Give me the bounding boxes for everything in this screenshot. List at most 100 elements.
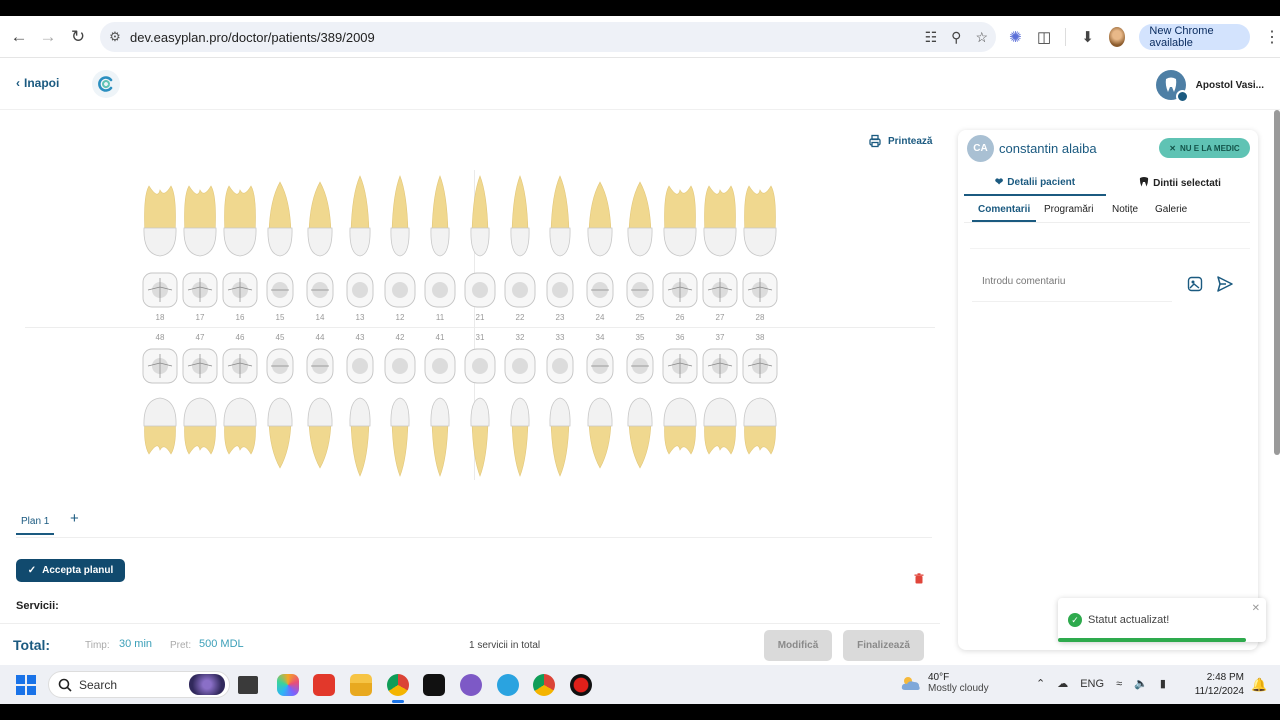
- tooth-36-occlusal[interactable]: [660, 346, 700, 386]
- subtab-notes[interactable]: Notițe: [1112, 200, 1138, 222]
- tooth-16-side[interactable]: [220, 174, 260, 266]
- tooth-slot-13[interactable]: [340, 270, 380, 310]
- chevron-up-icon[interactable]: ⌃: [1036, 677, 1045, 690]
- tooth-slot-43[interactable]: [340, 388, 380, 480]
- tooth-41-side[interactable]: [420, 388, 460, 480]
- url-text[interactable]: dev.easyplan.pro/doctor/patients/389/200…: [130, 30, 375, 45]
- tooth-slot-32[interactable]: [500, 346, 540, 386]
- system-clock[interactable]: 2:48 PM 11/12/2024: [1192, 671, 1244, 699]
- telegram-icon[interactable]: [497, 674, 519, 696]
- tooth-slot-41[interactable]: [420, 388, 460, 480]
- onedrive-icon[interactable]: ☁: [1057, 677, 1068, 690]
- tooth-slot-23[interactable]: [540, 174, 580, 266]
- tooth-41-occlusal[interactable]: [420, 346, 460, 386]
- tooth-slot-25[interactable]: [620, 270, 660, 310]
- tooth-slot-17[interactable]: [180, 174, 220, 266]
- tooth-slot-36[interactable]: [660, 346, 700, 386]
- tooth-slot-26[interactable]: [660, 174, 700, 266]
- back-link[interactable]: ‹ Inapoi: [16, 76, 59, 90]
- tooth-32-side[interactable]: [500, 388, 540, 480]
- tooth-27-occlusal[interactable]: [700, 270, 740, 310]
- weather-widget[interactable]: 40°F Mostly cloudy: [900, 672, 989, 694]
- tooth-slot-31[interactable]: [460, 388, 500, 480]
- send-icon[interactable]: [1216, 275, 1234, 293]
- tooth-12-side[interactable]: [380, 174, 420, 266]
- tooth-38-side[interactable]: [740, 388, 780, 480]
- tooth-slot-33[interactable]: [540, 346, 580, 386]
- tooth-31-side[interactable]: [460, 388, 500, 480]
- tooth-slot-22[interactable]: [500, 270, 540, 310]
- forward-arrow-icon[interactable]: →: [33, 22, 63, 52]
- tooth-33-occlusal[interactable]: [540, 346, 580, 386]
- tooth-slot-48[interactable]: [140, 346, 180, 386]
- bookmark-star-icon[interactable]: ☆: [975, 29, 988, 46]
- tooth-slot-11[interactable]: [420, 174, 460, 266]
- anydesk-icon[interactable]: [313, 674, 335, 696]
- tooth-slot-45[interactable]: [260, 388, 300, 480]
- tooth-48-occlusal[interactable]: [140, 346, 180, 386]
- tooth-slot-15[interactable]: [260, 174, 300, 266]
- tooth-26-side[interactable]: [660, 174, 700, 266]
- tooth-slot-31[interactable]: [460, 346, 500, 386]
- tooth-43-side[interactable]: [340, 388, 380, 480]
- tooth-34-side[interactable]: [580, 388, 620, 480]
- tooth-slot-18[interactable]: [140, 174, 180, 266]
- viber-icon[interactable]: [460, 674, 482, 696]
- tooth-slot-46[interactable]: [220, 346, 260, 386]
- tab-plan-1[interactable]: Plan 1: [16, 516, 55, 535]
- site-settings-icon[interactable]: ⚙: [100, 29, 130, 45]
- doctor-avatar[interactable]: [1155, 70, 1189, 103]
- tooth-46-side[interactable]: [220, 388, 260, 480]
- extension-gear-icon[interactable]: ✺: [1008, 28, 1023, 46]
- tooth-37-side[interactable]: [700, 388, 740, 480]
- tooth-slot-35[interactable]: [620, 388, 660, 480]
- trash-icon[interactable]: [914, 573, 924, 587]
- tooth-26-occlusal[interactable]: [660, 270, 700, 310]
- extensions-puzzle-icon[interactable]: ◫: [1037, 28, 1052, 46]
- tooth-slot-11[interactable]: [420, 270, 460, 310]
- tooth-18-occlusal[interactable]: [140, 270, 180, 310]
- profile-avatar[interactable]: [1109, 27, 1126, 47]
- tooth-slot-38[interactable]: [740, 388, 780, 480]
- tab-patient-details[interactable]: ❤ Detalii pacient: [964, 170, 1106, 196]
- tooth-slot-45[interactable]: [260, 346, 300, 386]
- page-scrollbar[interactable]: [1274, 110, 1280, 455]
- subtab-comments[interactable]: Comentarii: [972, 200, 1037, 222]
- tooth-slot-36[interactable]: [660, 388, 700, 480]
- toast-close-icon[interactable]: ✕: [1252, 603, 1260, 614]
- tooth-32-occlusal[interactable]: [500, 346, 540, 386]
- file-explorer-icon[interactable]: [350, 674, 372, 696]
- tooth-slot-25[interactable]: [620, 174, 660, 266]
- zoom-icon[interactable]: ⚲: [951, 29, 961, 46]
- chrome-update-button[interactable]: New Chrome available: [1139, 24, 1250, 50]
- tooth-24-side[interactable]: [580, 174, 620, 266]
- tooth-22-side[interactable]: [500, 174, 540, 266]
- tooth-slot-21[interactable]: [460, 174, 500, 266]
- reload-icon[interactable]: ↻: [63, 22, 93, 52]
- tooth-33-side[interactable]: [540, 388, 580, 480]
- tooth-25-side[interactable]: [620, 174, 660, 266]
- tooth-38-occlusal[interactable]: [740, 346, 780, 386]
- tooth-slot-38[interactable]: [740, 346, 780, 386]
- tooth-slot-43[interactable]: [340, 346, 380, 386]
- tooth-slot-46[interactable]: [220, 388, 260, 480]
- back-arrow-icon[interactable]: ←: [4, 22, 34, 52]
- tooth-34-occlusal[interactable]: [580, 346, 620, 386]
- tooth-slot-42[interactable]: [380, 346, 420, 386]
- tooth-44-side[interactable]: [300, 388, 340, 480]
- chrome-icon[interactable]: [387, 674, 409, 696]
- tooth-44-occlusal[interactable]: [300, 346, 340, 386]
- tooth-24-occlusal[interactable]: [580, 270, 620, 310]
- tooth-27-side[interactable]: [700, 174, 740, 266]
- recorder-icon[interactable]: [570, 674, 592, 696]
- tooth-slot-17[interactable]: [180, 270, 220, 310]
- tooth-slot-42[interactable]: [380, 388, 420, 480]
- tooth-17-side[interactable]: [180, 174, 220, 266]
- tooth-16-occlusal[interactable]: [220, 270, 260, 310]
- add-plan-button[interactable]: +: [70, 510, 79, 527]
- tooth-15-occlusal[interactable]: [260, 270, 300, 310]
- tooth-slot-32[interactable]: [500, 388, 540, 480]
- finalize-button[interactable]: Finalizează: [843, 630, 924, 661]
- tooth-slot-28[interactable]: [740, 174, 780, 266]
- tooth-slot-24[interactable]: [580, 270, 620, 310]
